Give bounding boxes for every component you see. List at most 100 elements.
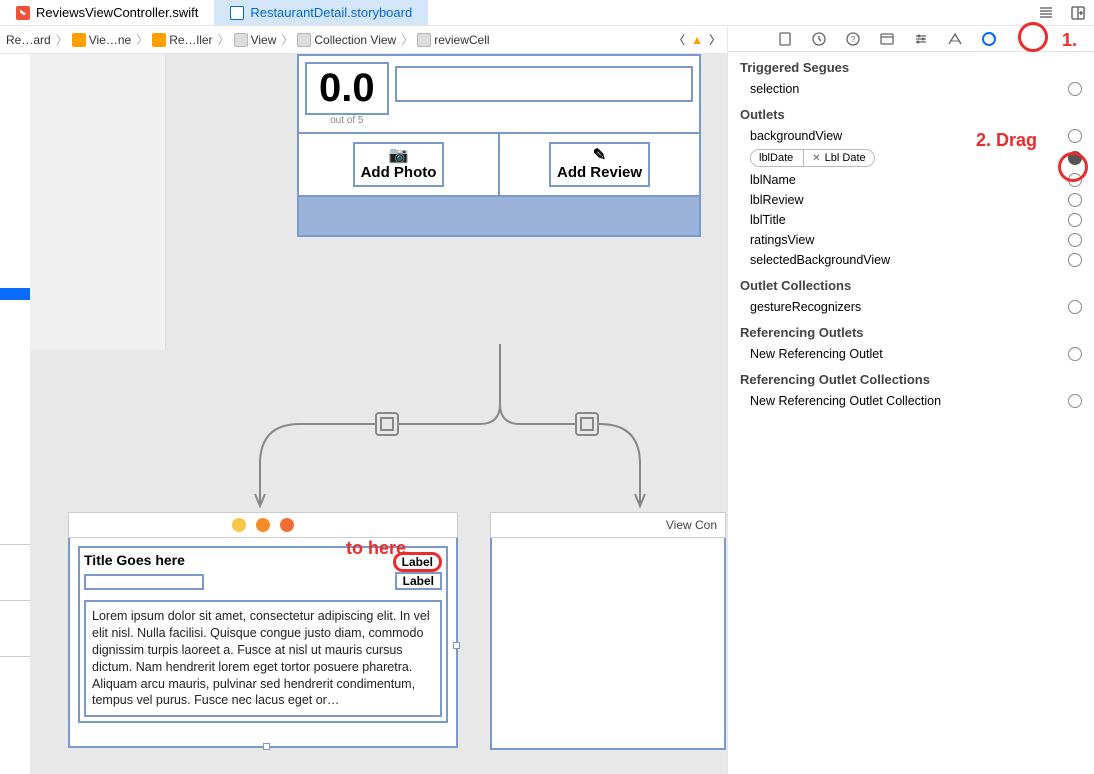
jump-seg[interactable]: Collection View〉 <box>297 31 415 48</box>
outlet-row[interactable]: lblTitle <box>728 210 1094 230</box>
ib-canvas[interactable]: 0.0 out of 5 📷Add Photo ✎Add Review <box>0 54 727 774</box>
tab-label: RestaurantDetail.storyboard <box>250 5 412 20</box>
second-vc[interactable]: View Con <box>490 512 726 750</box>
identity-inspector-icon[interactable] <box>870 28 904 50</box>
outlet-row-lbldate[interactable]: lblDate ✕ Lbl Date <box>728 146 1094 170</box>
jump-seg[interactable]: Re…ller〉 <box>152 31 231 48</box>
review-cell[interactable]: Title Goes here Label Label Lorem ipsum … <box>78 546 448 723</box>
rating-sublabel: out of 5 <box>305 115 389 126</box>
btn-label: Add Photo <box>361 164 437 181</box>
section-triggered-segues: Triggered Segues <box>728 52 1094 79</box>
connect-dot[interactable] <box>1068 213 1082 227</box>
nav-fwd-icon[interactable]: 〉 <box>709 31 721 48</box>
connect-dot[interactable] <box>1068 394 1082 408</box>
name-placeholder[interactable] <box>84 574 204 590</box>
restaurant-detail-view[interactable]: 0.0 out of 5 📷Add Photo ✎Add Review <box>297 54 701 237</box>
review-text[interactable]: Lorem ipsum dolor sit amet, consectetur … <box>84 600 442 717</box>
segue-line <box>420 344 720 524</box>
jump-text: Re…ller <box>169 33 212 47</box>
doc-outline-stub <box>30 54 166 350</box>
firstresp-obj-icon[interactable] <box>256 518 270 532</box>
connection-pill[interactable]: lblDate ✕ Lbl Date <box>750 149 875 167</box>
section-referencing-outlet-collections: Referencing Outlet Collections <box>728 364 1094 391</box>
outlet-row[interactable]: gestureRecognizers <box>728 297 1094 317</box>
editor-options <box>1030 0 1094 25</box>
connect-dot[interactable] <box>1068 129 1082 143</box>
outlet-row[interactable]: ratingsView <box>728 230 1094 250</box>
title-label[interactable]: Title Goes here <box>84 552 185 568</box>
outlet-row[interactable]: selectedBackgroundView <box>728 250 1094 270</box>
outlet-row-selection[interactable]: selection <box>728 79 1094 99</box>
pencil-icon: ✎ <box>557 148 642 164</box>
collectionview-icon <box>297 33 311 47</box>
add-editor-icon[interactable] <box>1062 0 1094 26</box>
jump-seg[interactable]: Re…ard〉 <box>6 31 70 48</box>
size-inspector-icon[interactable] <box>938 28 972 50</box>
history-inspector-icon[interactable] <box>802 28 836 50</box>
annot-tohere: to here <box>346 538 406 559</box>
annot-circle-1 <box>1018 22 1048 52</box>
jump-seg[interactable]: Vie…ne〉 <box>72 31 151 48</box>
help-inspector-icon[interactable]: ? <box>836 28 870 50</box>
outlet-row[interactable]: lblReview <box>728 190 1094 210</box>
stars-placeholder[interactable] <box>395 66 693 102</box>
jump-seg[interactable]: View〉 <box>234 31 296 48</box>
connect-dot[interactable] <box>1068 82 1082 96</box>
outlet-row[interactable]: lblName <box>728 170 1094 190</box>
vc-titlebar[interactable] <box>68 512 458 538</box>
outlet-label: lblName <box>750 173 1062 187</box>
outlet-label: lblTitle <box>750 213 1062 227</box>
connect-dot[interactable] <box>1068 347 1082 361</box>
attributes-inspector-icon[interactable] <box>904 28 938 50</box>
canvas-gutter <box>0 54 30 774</box>
jump-bar[interactable]: Re…ard〉 Vie…ne〉 Re…ller〉 View〉 Collectio… <box>0 26 727 54</box>
nav-back-icon[interactable]: 〈 <box>673 31 685 48</box>
outlet-label: selection <box>750 82 1062 96</box>
outlet-label: gestureRecognizers <box>750 300 1062 314</box>
outlet-label: lblReview <box>750 193 1062 207</box>
section-referencing-outlets: Referencing Outlets <box>728 317 1094 344</box>
disconnect-icon[interactable]: ✕ <box>812 153 820 164</box>
outlet-label: New Referencing Outlet <box>750 347 1062 361</box>
connect-dot[interactable] <box>1068 300 1082 314</box>
outlet-label: ratingsView <box>750 233 1062 247</box>
outlet-dest: Lbl Date <box>825 152 866 164</box>
inspector-tabs: ? <box>728 26 1094 52</box>
jump-text: Collection View <box>314 33 396 47</box>
segue-knob[interactable] <box>375 412 399 436</box>
connect-dot[interactable] <box>1068 193 1082 207</box>
gutter-selection <box>0 288 30 300</box>
resize-handle[interactable] <box>263 743 270 750</box>
rating-label[interactable]: 0.0 <box>305 62 389 115</box>
outlet-row[interactable]: backgroundView <box>728 126 1094 146</box>
tab-storyboard[interactable]: RestaurantDetail.storyboard <box>214 0 428 25</box>
segue-knob[interactable] <box>575 412 599 436</box>
warning-icon[interactable]: ▲ <box>691 33 703 47</box>
outlet-row[interactable]: New Referencing Outlet Collection <box>728 391 1094 411</box>
footer-bar <box>299 195 699 235</box>
file-inspector-icon[interactable] <box>768 28 802 50</box>
tab-reviewsvc[interactable]: ReviewsViewController.swift <box>0 0 214 25</box>
vc-title-text: View Con <box>666 518 717 532</box>
resize-handle[interactable] <box>453 642 460 649</box>
vc-titlebar[interactable]: View Con <box>490 512 726 538</box>
connect-dot[interactable] <box>1068 233 1082 247</box>
secondary-label[interactable]: Label <box>395 572 442 590</box>
outlet-label: New Referencing Outlet Collection <box>750 394 1062 408</box>
cell-icon <box>417 33 431 47</box>
connections-inspector-icon[interactable] <box>972 28 1006 50</box>
jump-seg[interactable]: reviewCell <box>417 33 489 47</box>
tab-label: ReviewsViewController.swift <box>36 5 198 20</box>
section-outlets: Outlets <box>728 99 1094 126</box>
annot-circle-2 <box>1058 152 1088 182</box>
add-photo-button[interactable]: 📷Add Photo <box>353 142 445 187</box>
vc-obj-icon[interactable] <box>232 518 246 532</box>
outlet-row[interactable]: New Referencing Outlet <box>728 344 1094 364</box>
tab-bar: ReviewsViewController.swift RestaurantDe… <box>0 0 1094 26</box>
camera-icon: 📷 <box>361 148 437 164</box>
add-review-button[interactable]: ✎Add Review <box>549 142 650 187</box>
connect-dot[interactable] <box>1068 253 1082 267</box>
exit-obj-icon[interactable] <box>280 518 294 532</box>
section-outlet-collections: Outlet Collections <box>728 270 1094 297</box>
outlet-name: lblDate <box>751 150 804 166</box>
